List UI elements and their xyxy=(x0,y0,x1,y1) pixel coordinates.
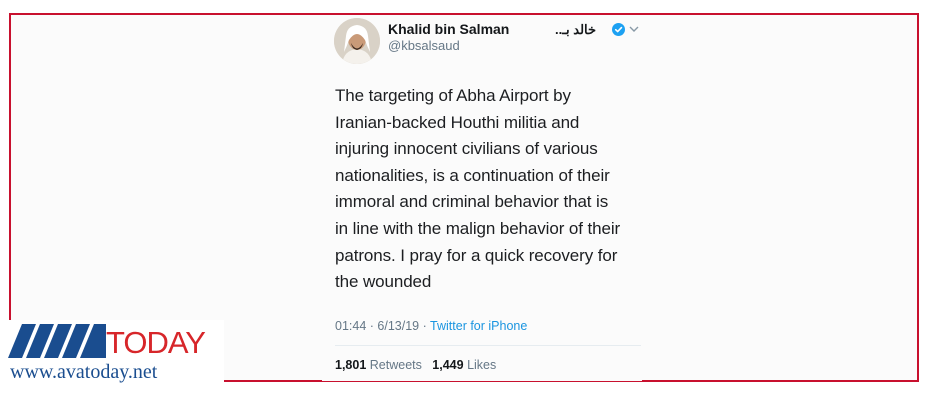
logo-today-text: TODAY xyxy=(106,325,206,360)
avatar[interactable] xyxy=(334,18,380,64)
tweet-text-line: the wounded xyxy=(335,272,432,292)
divider xyxy=(335,345,641,346)
tweet-time[interactable]: 01:44 xyxy=(335,319,366,333)
avatoday-logo: TODAY www.avatoday.net xyxy=(6,320,224,392)
tweet-text-line: in line with the malign behavior of thei… xyxy=(335,218,621,238)
verified-badge-icon xyxy=(612,23,625,36)
tweet-text-line: Iranian-backed Houthi militia and xyxy=(335,112,580,132)
tweet-source-link[interactable]: Twitter for iPhone xyxy=(430,319,527,333)
retweets-label[interactable]: Retweets xyxy=(370,358,422,372)
tweet-text-line: injuring innocent civilians of various xyxy=(335,139,598,159)
ava-logo-mark xyxy=(8,324,106,358)
likes-count[interactable]: 1,449 xyxy=(432,358,463,372)
display-name[interactable]: Khalid bin Salman xyxy=(388,21,509,37)
tweet-metadata: 01:44 · 6/13/19 · Twitter for iPhone xyxy=(335,319,527,333)
user-handle[interactable]: @kbsalsaud xyxy=(388,38,460,53)
retweets-count[interactable]: 1,801 xyxy=(335,358,366,372)
tweet-text-line: nationalities, is a continuation of thei… xyxy=(335,165,610,185)
arabic-display-name[interactable]: خالد بـ.. xyxy=(555,22,596,38)
meta-separator: · xyxy=(422,319,427,333)
meta-separator: · xyxy=(369,319,374,333)
tweet-text: The targeting of Abha Airport by Iranian… xyxy=(335,83,655,296)
likes-label[interactable]: Likes xyxy=(467,358,496,372)
website-url[interactable]: www.avatoday.net xyxy=(10,361,157,384)
tweet-text-line: The targeting of Abha Airport by xyxy=(335,86,571,105)
tweet-stats: 1,801 Retweets 1,449 Likes xyxy=(335,358,496,372)
tweet-date[interactable]: 6/13/19 xyxy=(377,319,419,333)
tweet-text-line: immoral and criminal behavior that is xyxy=(335,192,609,212)
tweet-text-line: patrons. I pray for a quick recovery for xyxy=(335,245,618,265)
tweet-card: Khalid bin Salman @kbsalsaud خالد بـ.. T… xyxy=(322,15,642,381)
chevron-down-icon[interactable] xyxy=(629,25,639,33)
